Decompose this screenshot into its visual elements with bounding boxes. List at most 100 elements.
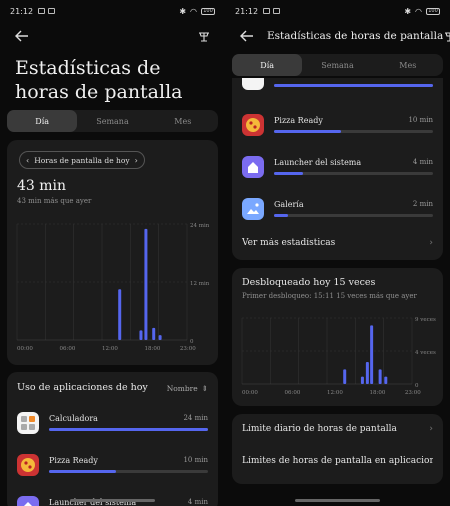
usage-bar-fill [274,130,341,133]
usage-bar-fill [274,214,289,217]
chart-bar [343,369,347,384]
unlock-card: Desbloqueado hoy 15 veces Primer desbloq… [232,268,443,406]
app-usage-card: Uso de aplicaciones de hoy Nombre ⇕ Calc… [7,372,218,506]
app-name: Pizza Ready [274,116,323,125]
app-name: Calculadora [49,414,98,423]
usage-bar [274,84,433,87]
pizza-app-icon [242,114,264,136]
status-bar: 21:12 ✱ ◠ 100 [225,0,450,22]
back-arrow-icon[interactable] [239,28,255,44]
list-item[interactable]: Pizza Ready 10 min [232,108,443,144]
usage-bar-fill [274,84,433,87]
screen-time-chart: 24 min 12 min 0 00:00 06:00 12:00 18:00 23:00 [16,223,210,352]
page-title: Estadísticas de horas de pantalla [267,30,444,42]
right-screen: 21:12 ✱ ◠ 100 Estadísticas de horas de p… [225,0,450,506]
unlock-title: Desbloqueado hoy 15 veces [242,277,376,288]
gesture-bar[interactable] [295,499,380,502]
tab-month[interactable]: Mes [373,54,443,76]
app-time: 10 min [408,116,433,124]
app-time: 4 min [412,158,433,166]
limits-card: Límite diario de horas de pantalla › Lím… [232,414,443,484]
screen-time-card: ‹ Horas de pantalla de hoy › 43 min 43 m… [7,140,218,365]
notification-icon [263,8,271,14]
app-name: Launcher del sistema [274,158,362,167]
gesture-bar[interactable] [70,499,155,502]
wifi-icon: ◠ [415,6,422,16]
list-item[interactable]: Calculadora 24 min [7,406,218,442]
app-name: Galería [274,200,304,209]
total-comparison: 43 min más que ayer [17,197,92,205]
app-time: 10 min [183,456,208,464]
app-time: 4 min [187,498,208,506]
notification-icon [38,8,46,14]
usage-bar-fill [274,172,303,175]
x-tick-label: 12:00 [102,346,118,352]
x-tick-label: 23:00 [405,390,421,396]
chevron-right-icon[interactable]: › [135,156,138,165]
chart-bar [139,330,143,340]
notification-icon [48,8,56,14]
y-tick-label: 0 [415,383,419,389]
wifi-icon: ◠ [190,6,197,16]
tab-day[interactable]: Día [232,54,303,76]
pizza-app-icon [17,454,39,476]
unlock-chart: 9 veces 4 veces 0 00:00 06:00 12:00 18:00 23:00 [241,317,436,396]
list-item[interactable]: Pizza Ready 10 min [7,448,218,484]
tab-week[interactable]: Semana [77,110,147,132]
chevron-right-icon: › [429,238,433,248]
chart-bar [152,327,156,340]
calculator-app-icon [17,412,39,434]
daily-limit-label: Límite diario de horas de pantalla [242,424,397,434]
launcher-app-icon [17,496,39,506]
tab-month[interactable]: Mes [148,110,218,132]
tab-day[interactable]: Día [7,110,78,132]
list-item[interactable] [232,78,443,98]
battery-icon: 100 [426,7,440,15]
list-item[interactable]: Launcher del sistema 4 min [7,490,218,506]
back-arrow-icon[interactable] [14,28,30,44]
chart-bar [118,289,122,340]
notification-icon [273,8,281,14]
calculator-app-icon [242,78,264,90]
tab-week[interactable]: Semana [302,54,372,76]
usage-bar [274,172,433,175]
chart-bar [378,369,382,384]
chart-bar [158,335,162,340]
usage-bar [274,214,433,217]
usage-bar-fill [49,428,208,431]
x-tick-label: 12:00 [327,390,343,396]
x-tick-label: 23:00 [180,346,196,352]
unlock-subtitle: Primer desbloqueo: 15:11 15 veces más qu… [242,292,417,300]
page-title: Estadísticas de horas de pantalla [15,57,183,103]
app-name: Pizza Ready [49,456,98,465]
sort-label: Nombre [166,384,198,393]
bluetooth-icon: ✱ [404,6,412,16]
sort-selector[interactable]: Nombre ⇕ [167,384,208,393]
x-tick-label: 00:00 [17,346,33,352]
list-item[interactable]: Galería 2 min [232,192,443,228]
period-tabs: Día Semana Mes [7,110,218,132]
chart-bar [370,325,374,384]
x-tick-label: 18:00 [370,390,386,396]
list-item[interactable]: Launcher del sistema 4 min [232,150,443,186]
cleanup-icon[interactable] [443,29,450,43]
x-tick-label: 18:00 [145,346,161,352]
chart-bar [360,376,364,384]
app-time: 24 min [183,414,208,422]
gallery-app-icon [242,198,264,220]
y-tick-label: 12 min [190,281,210,287]
y-tick-label: 0 [190,339,194,345]
app-limit-link[interactable]: Límites de horas de pantalla en aplicaci… [242,456,433,466]
daily-limit-link[interactable]: Límite diario de horas de pantalla › [242,424,433,434]
more-stats-link[interactable]: Ver más estadísticas › [242,238,433,248]
day-selector[interactable]: ‹ Horas de pantalla de hoy › [19,151,145,169]
cleanup-icon[interactable] [197,29,211,43]
chevron-right-icon: › [429,424,433,434]
chart-bar [144,228,148,340]
app-limit-label: Límites de horas de pantalla en aplicaci… [242,456,433,466]
status-time: 21:12 [10,6,34,16]
chevron-left-icon[interactable]: ‹ [26,156,29,165]
y-tick-label: 4 veces [415,350,436,356]
battery-icon: 100 [201,7,215,15]
app-usage-header: Uso de aplicaciones de hoy [17,382,148,393]
